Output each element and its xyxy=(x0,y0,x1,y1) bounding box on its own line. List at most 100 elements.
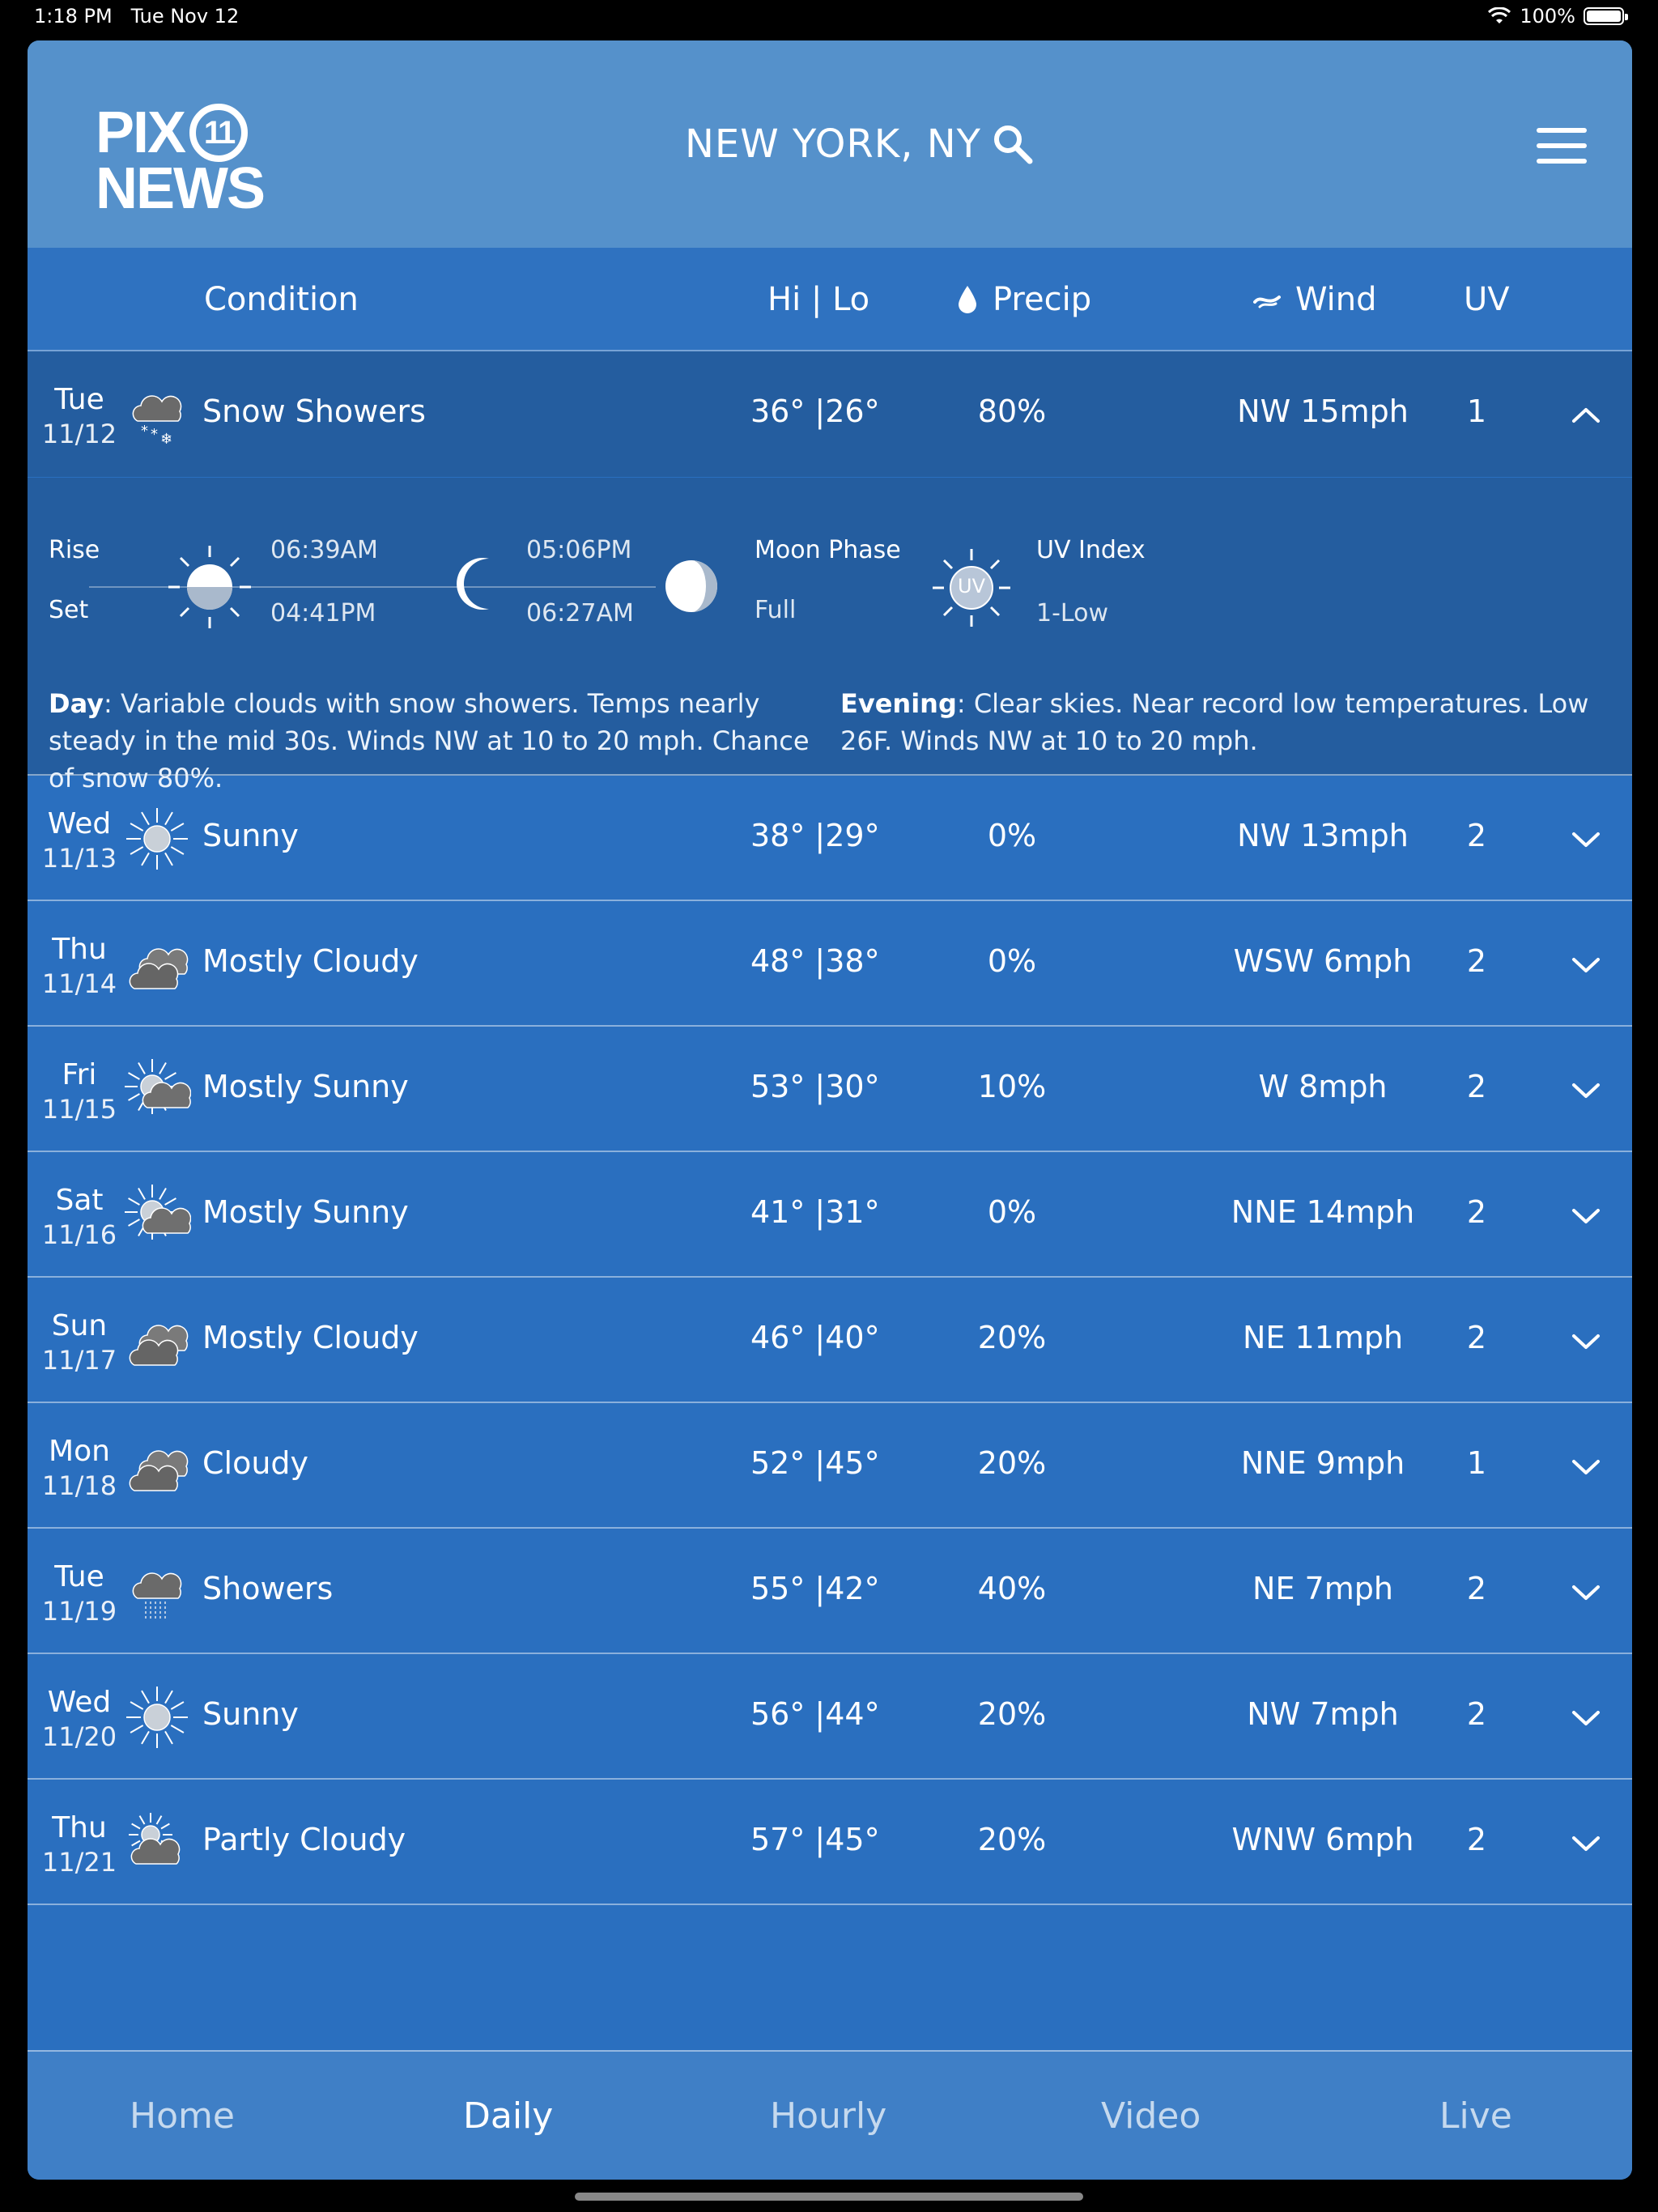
raindrop-icon xyxy=(959,286,976,313)
row-condition: Sunny xyxy=(202,818,299,853)
row-hilo: 56° |44° xyxy=(750,1696,880,1732)
row-date: 11/13 xyxy=(41,843,117,874)
row-uv: 2 xyxy=(1466,1194,1487,1230)
sunset-time: 04:41PM xyxy=(270,599,376,627)
row-precip: 0% xyxy=(987,818,1037,853)
chevron-down-icon[interactable] xyxy=(1566,1823,1606,1864)
tab-video[interactable]: Video xyxy=(1101,2095,1201,2137)
forecast-row[interactable]: Tue 11/12 * * ❄ Snow Showers 36° |26° 80% … xyxy=(28,351,1632,477)
column-header: Condition Hi | Lo Precip Wind UV xyxy=(28,248,1632,351)
forecast-row[interactable]: Thu 11/14 Mostly Cloudy 48° |38° 0% WSW … xyxy=(28,901,1632,1027)
row-uv: 1 xyxy=(1466,393,1487,429)
row-day: Wed 11/13 xyxy=(40,806,118,874)
moon-crescent-icon xyxy=(457,558,489,610)
row-precip: 40% xyxy=(977,1571,1047,1606)
row-date: 11/20 xyxy=(41,1721,117,1752)
col-precip: Precip xyxy=(957,248,1091,351)
home-indicator[interactable] xyxy=(575,2193,1083,2201)
row-wind: WSW 6mph xyxy=(1233,943,1413,979)
chevron-down-icon[interactable] xyxy=(1566,945,1606,985)
row-precip: 80% xyxy=(977,393,1047,429)
svg-text:*: * xyxy=(151,426,158,443)
moon-phase-label: Moon Phase xyxy=(755,536,901,564)
row-day-name: Mon xyxy=(49,1435,110,1468)
chevron-down-icon[interactable] xyxy=(1566,1070,1606,1111)
partly-cloudy-icon xyxy=(123,1809,191,1877)
row-day-name: Wed xyxy=(47,807,112,840)
row-day: Mon 11/18 xyxy=(40,1434,118,1502)
tab-hourly[interactable]: Hourly xyxy=(770,2095,886,2137)
row-wind: WNW 6mph xyxy=(1231,1822,1414,1857)
row-hilo: 36° |26° xyxy=(750,393,880,429)
uv-index-value: 1-Low xyxy=(1036,599,1108,627)
row-date: 11/12 xyxy=(41,419,117,449)
chevron-down-icon[interactable] xyxy=(1566,1196,1606,1236)
chevron-down-icon[interactable] xyxy=(1566,819,1606,860)
row-wind: NW 13mph xyxy=(1237,818,1409,853)
mostly-sunny-icon xyxy=(123,1181,192,1249)
row-precip: 20% xyxy=(977,1696,1047,1732)
row-day: Thu 11/21 xyxy=(40,1810,118,1878)
row-day-name: Thu xyxy=(52,933,107,966)
row-precip: 0% xyxy=(987,943,1037,979)
row-precip: 20% xyxy=(977,1822,1047,1857)
sun-half-icon xyxy=(168,546,251,628)
row-uv: 2 xyxy=(1466,943,1487,979)
status-right: 100% xyxy=(1487,5,1628,28)
row-uv: 2 xyxy=(1466,1069,1487,1104)
forecast-row[interactable]: Wed 11/20 Sunny 56° |44° 20% NW 7mph 2 xyxy=(28,1654,1632,1780)
chevron-down-icon[interactable] xyxy=(1566,1321,1606,1362)
tab-daily[interactable]: Daily xyxy=(463,2095,553,2137)
bottom-tab-bar: Home Daily Hourly Video Live xyxy=(28,2050,1632,2180)
forecast-detail-panel: Rise Set 06:39AM 04:41PM 05:06PM 06:27AM… xyxy=(28,478,1632,793)
forecast-row[interactable]: Tue 11/19 Showers 55° |42° 40% NE 7mph 2 xyxy=(28,1529,1632,1654)
forecast-row[interactable]: Thu 11/21 Partly Cloudy 57° |45° 20% WNW… xyxy=(28,1780,1632,1905)
forecast-row[interactable]: Mon 11/18 Cloudy 52° |45° 20% NNE 9mph 1 xyxy=(28,1403,1632,1529)
chevron-up-icon[interactable] xyxy=(1566,395,1606,436)
chevron-down-icon[interactable] xyxy=(1566,1698,1606,1738)
pix11-news-logo[interactable]: PIX 11 NEWS xyxy=(96,104,314,225)
moonset-time: 06:27AM xyxy=(526,599,634,627)
forecast-row[interactable]: Sun 11/17 Mostly Cloudy 46° |40° 20% NE … xyxy=(28,1278,1632,1403)
tab-home[interactable]: Home xyxy=(130,2095,235,2137)
forecast-row[interactable]: Sat 11/16 Mostly Sunny 41° |31° 0% NNE 1… xyxy=(28,1152,1632,1278)
moonrise-time: 05:06PM xyxy=(526,536,632,564)
mostly-cloudy-icon xyxy=(123,930,191,998)
row-precip: 0% xyxy=(987,1194,1037,1230)
row-wind: NNE 14mph xyxy=(1231,1194,1415,1230)
svg-text:*: * xyxy=(141,423,148,440)
col-hilo: Hi | Lo xyxy=(767,281,870,318)
battery-percent: 100% xyxy=(1520,5,1575,28)
row-date: 11/21 xyxy=(41,1847,117,1878)
row-precip: 20% xyxy=(977,1320,1047,1355)
row-day: Wed 11/20 xyxy=(40,1685,118,1753)
row-uv: 2 xyxy=(1466,1320,1487,1355)
col-uv: UV xyxy=(1464,281,1510,318)
row-wind: NE 7mph xyxy=(1252,1571,1393,1606)
row-hilo: 53° |30° xyxy=(750,1069,880,1104)
row-hilo: 55° |42° xyxy=(750,1571,880,1606)
tab-live[interactable]: Live xyxy=(1439,2095,1512,2137)
uv-index-label: UV Index xyxy=(1036,536,1146,564)
row-condition: Sunny xyxy=(202,1696,299,1732)
row-condition: Mostly Cloudy xyxy=(202,1320,419,1355)
forecast-row[interactable]: Fri 11/15 Mostly Sunny 53° |30° 10% W 8m… xyxy=(28,1027,1632,1152)
chevron-down-icon[interactable] xyxy=(1566,1572,1606,1613)
status-time: 1:18 PM Tue Nov 12 xyxy=(34,5,240,28)
hamburger-menu-icon[interactable] xyxy=(1537,128,1587,164)
row-day-name: Sat xyxy=(55,1184,104,1217)
search-icon[interactable] xyxy=(991,122,1035,166)
chevron-down-icon[interactable] xyxy=(1566,1447,1606,1487)
row-day-name: Thu xyxy=(52,1811,107,1844)
row-day: Tue 11/19 xyxy=(40,1559,118,1627)
row-hilo: 46° |40° xyxy=(750,1320,880,1355)
snow-showers-icon: * * ❄ xyxy=(123,381,191,449)
day-forecast-text: Day: Variable clouds with snow showers. … xyxy=(49,688,810,793)
row-condition: Mostly Sunny xyxy=(202,1069,409,1104)
location-search[interactable]: NEW YORK, NY xyxy=(685,121,1035,167)
row-condition: Cloudy xyxy=(202,1445,309,1481)
row-uv: 2 xyxy=(1466,1696,1487,1732)
mostly-sunny-icon xyxy=(123,1056,192,1124)
row-hilo: 38° |29° xyxy=(750,818,880,853)
app-header: PIX 11 NEWS NEW YORK, NY xyxy=(28,40,1632,248)
